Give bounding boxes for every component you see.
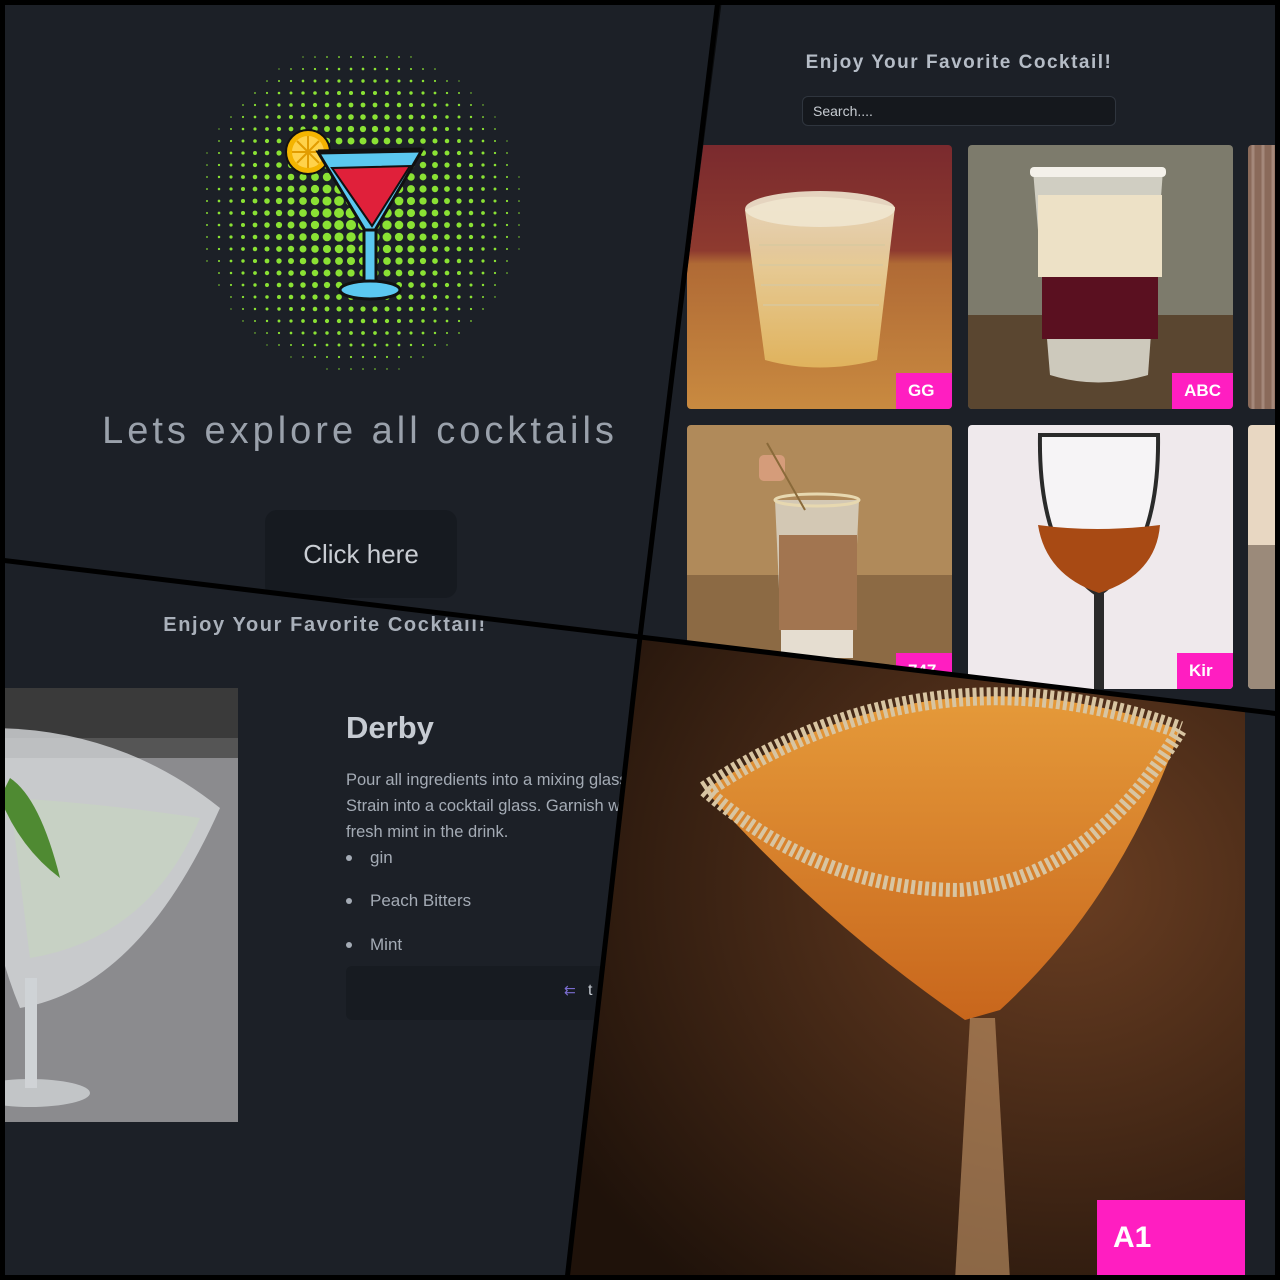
collage-divider (0, 0, 1280, 1280)
screenshot-collage: Lets explore all cocktails Click here En… (0, 0, 1280, 1280)
